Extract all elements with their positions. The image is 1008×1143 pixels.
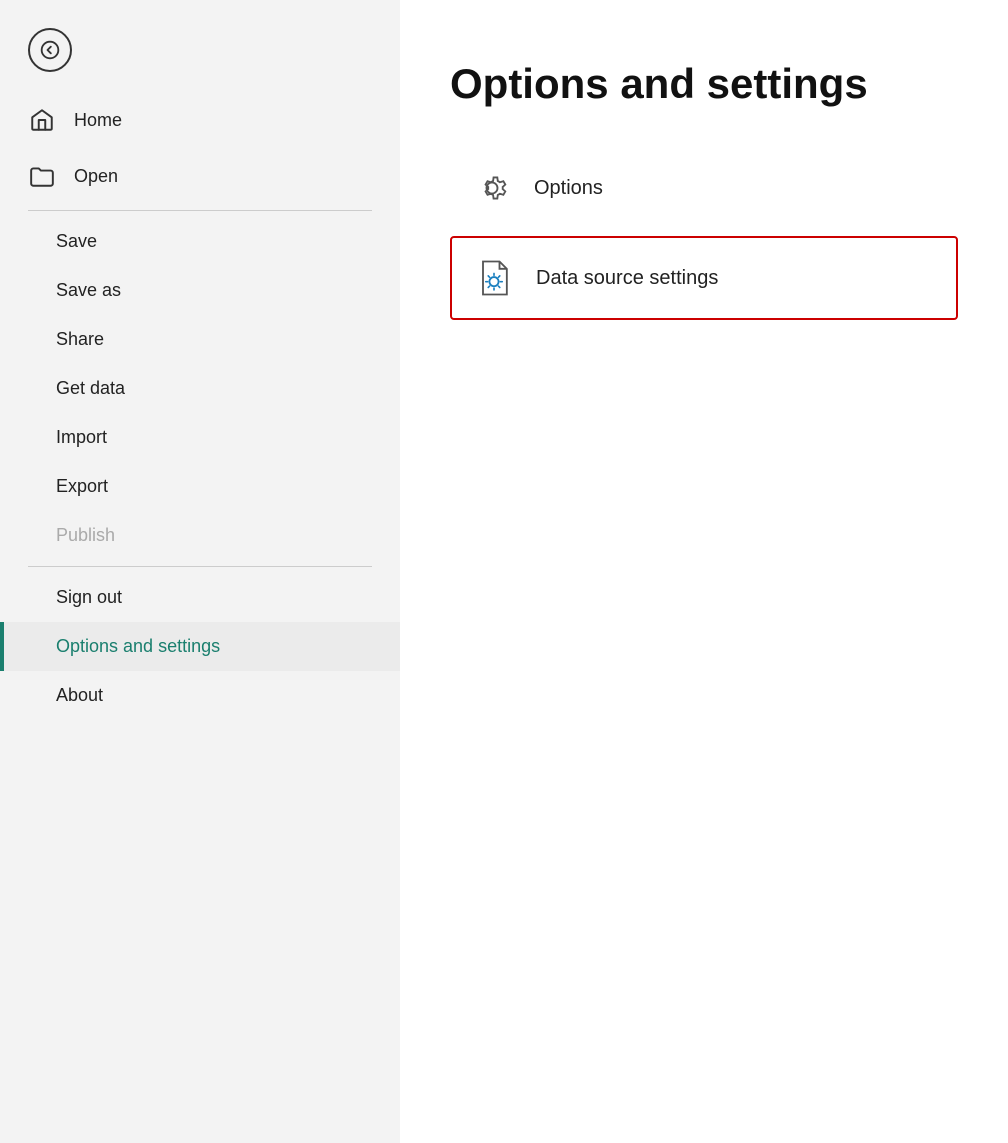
divider-top xyxy=(28,210,372,211)
get-data-label: Get data xyxy=(56,378,125,399)
options-item[interactable]: Options xyxy=(450,148,958,228)
sidebar: Home Open Save Save as Share Get data Im… xyxy=(0,0,400,1143)
share-label: Share xyxy=(56,329,104,350)
save-as-label: Save as xyxy=(56,280,121,301)
main-content: Options and settings Options Data source… xyxy=(400,0,1008,1143)
import-label: Import xyxy=(56,427,107,448)
back-circle[interactable] xyxy=(28,28,72,72)
open-label: Open xyxy=(74,166,118,187)
options-label: Options xyxy=(534,177,603,200)
datasource-icon xyxy=(472,256,516,300)
home-icon xyxy=(28,106,56,134)
sidebar-item-export[interactable]: Export xyxy=(0,462,400,511)
save-label: Save xyxy=(56,231,97,252)
sidebar-item-import[interactable]: Import xyxy=(0,413,400,462)
gear-icon xyxy=(470,166,514,210)
divider-bottom xyxy=(28,566,372,567)
sidebar-item-about[interactable]: About xyxy=(0,671,400,720)
publish-label: Publish xyxy=(56,525,115,546)
sidebar-item-options-and-settings[interactable]: Options and settings xyxy=(0,622,400,671)
options-and-settings-label: Options and settings xyxy=(56,636,220,657)
sidebar-item-sign-out[interactable]: Sign out xyxy=(0,573,400,622)
home-label: Home xyxy=(74,110,122,131)
export-label: Export xyxy=(56,476,108,497)
data-source-settings-label: Data source settings xyxy=(536,267,718,290)
data-source-settings-item[interactable]: Data source settings xyxy=(450,236,958,320)
sidebar-item-save-as[interactable]: Save as xyxy=(0,266,400,315)
sidebar-item-save[interactable]: Save xyxy=(0,217,400,266)
about-label: About xyxy=(56,685,103,706)
back-button[interactable] xyxy=(0,0,400,92)
sidebar-item-share[interactable]: Share xyxy=(0,315,400,364)
page-title: Options and settings xyxy=(450,60,958,108)
sidebar-item-publish[interactable]: Publish xyxy=(0,511,400,560)
sidebar-item-get-data[interactable]: Get data xyxy=(0,364,400,413)
sign-out-label: Sign out xyxy=(56,587,122,608)
open-icon xyxy=(28,162,56,190)
sidebar-item-home[interactable]: Home xyxy=(0,92,400,148)
sidebar-item-open[interactable]: Open xyxy=(0,148,400,204)
